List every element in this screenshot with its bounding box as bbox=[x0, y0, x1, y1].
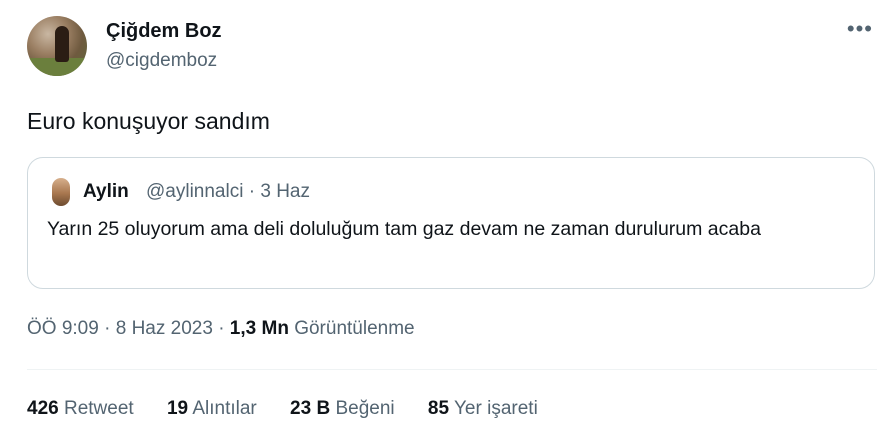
quoted-date: 3 Haz bbox=[260, 181, 310, 202]
stat-count: 85 bbox=[427, 398, 450, 419]
stat-label: Alıntılar bbox=[192, 398, 257, 419]
timestamp-separator: · bbox=[104, 318, 111, 339]
stat-likes[interactable]: 23 B Beğeni bbox=[290, 398, 395, 420]
stat-quotes[interactable]: 19 Alıntılar bbox=[167, 398, 257, 420]
tweet-date[interactable]: 8 Haz 2023 bbox=[116, 318, 213, 339]
avatar-figure bbox=[55, 26, 69, 62]
stat-retweets[interactable]: 426 Retweet bbox=[27, 398, 134, 420]
stat-bookmarks[interactable]: 85 Yer işareti bbox=[428, 398, 538, 420]
stat-label: Retweet bbox=[63, 398, 134, 419]
engagement-stats: 426 Retweet 19 Alıntılar 23 B Beğeni 85 … bbox=[27, 398, 566, 420]
views-count: 1,3 Mn bbox=[229, 318, 289, 339]
tweet-header: Çiğdem Boz @cigdemboz ••• bbox=[27, 16, 877, 76]
quoted-tweet[interactable]: Aylin @aylinnalci · 3 Haz Yarın 25 oluyo… bbox=[27, 157, 875, 289]
stat-count: 426 bbox=[27, 398, 59, 419]
stat-count: 23 B bbox=[290, 398, 331, 419]
quoted-meta: @aylinnalci · 3 Haz bbox=[146, 181, 310, 203]
tweet-time[interactable]: ÖÖ 9:09 bbox=[27, 318, 99, 339]
views-label: Görüntülenme bbox=[294, 318, 415, 339]
quoted-text: Yarın 25 oluyorum ama deli doluluğum tam… bbox=[47, 218, 761, 240]
quoted-author-handle: @aylinnalci bbox=[146, 181, 244, 202]
tweet-text: Euro konuşuyor sandım bbox=[27, 108, 270, 134]
author-name[interactable]: Çiğdem Boz bbox=[106, 20, 222, 43]
stat-count: 19 bbox=[166, 398, 189, 419]
timestamp-separator: · bbox=[218, 318, 225, 339]
stat-label: Yer işareti bbox=[454, 398, 538, 419]
tweet-timestamp: ÖÖ 9:09 · 8 Haz 2023 · 1,3 Mn Görüntülen… bbox=[27, 318, 415, 340]
quoted-author-name: Aylin bbox=[83, 181, 129, 202]
more-options-icon[interactable]: ••• bbox=[847, 16, 873, 42]
quoted-author-avatar bbox=[52, 178, 70, 206]
stat-label: Beğeni bbox=[335, 398, 395, 419]
author-handle[interactable]: @cigdemboz bbox=[106, 50, 217, 72]
divider bbox=[27, 369, 877, 370]
quoted-separator: · bbox=[248, 181, 256, 202]
author-avatar[interactable] bbox=[27, 16, 87, 76]
